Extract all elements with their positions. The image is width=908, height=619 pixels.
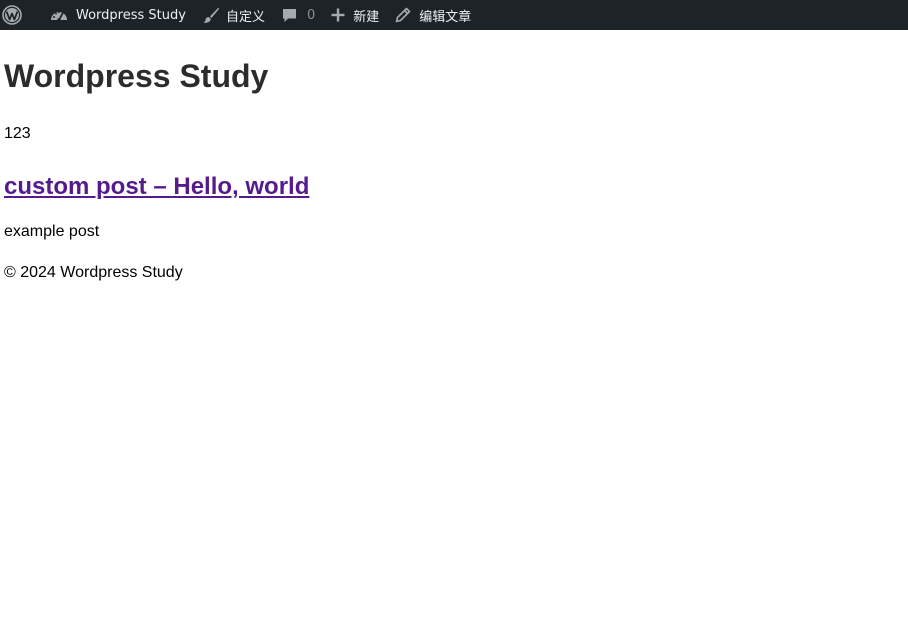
page-content: Wordpress Study 123 custom post – Hello,…	[4, 30, 908, 283]
comments-count: 0	[306, 7, 316, 23]
customize-link[interactable]: 自定义	[194, 0, 273, 30]
comment-bubble-icon	[281, 7, 298, 24]
comments-link[interactable]: 0	[273, 0, 323, 30]
pencil-icon	[395, 7, 411, 23]
edit-post-label: 编辑文章	[419, 9, 472, 25]
wp-logo-menu[interactable]	[0, 0, 22, 30]
site-footer: © 2024 Wordpress Study	[4, 264, 183, 281]
site-title: Wordpress Study	[4, 58, 269, 94]
post-excerpt: example post	[4, 223, 100, 240]
dashboard-gauge-icon	[50, 7, 68, 23]
admin-bar: Wordpress Study 自定义 0 新建 编辑文章	[0, 0, 908, 30]
site-name-label: Wordpress Study	[76, 7, 186, 23]
paintbrush-icon	[202, 6, 220, 24]
customize-label: 自定义	[225, 9, 265, 25]
site-description: 123	[4, 125, 31, 142]
wordpress-logo-icon	[2, 5, 22, 25]
new-content-menu[interactable]: 新建	[323, 0, 387, 30]
post-title-link[interactable]: custom post – Hello, world	[4, 173, 309, 200]
new-content-label: 新建	[353, 9, 380, 25]
post-title: custom post – Hello, world	[4, 172, 908, 202]
site-name-menu[interactable]: Wordpress Study	[50, 0, 194, 30]
plus-icon	[331, 8, 345, 22]
edit-post-link[interactable]: 编辑文章	[387, 0, 479, 30]
